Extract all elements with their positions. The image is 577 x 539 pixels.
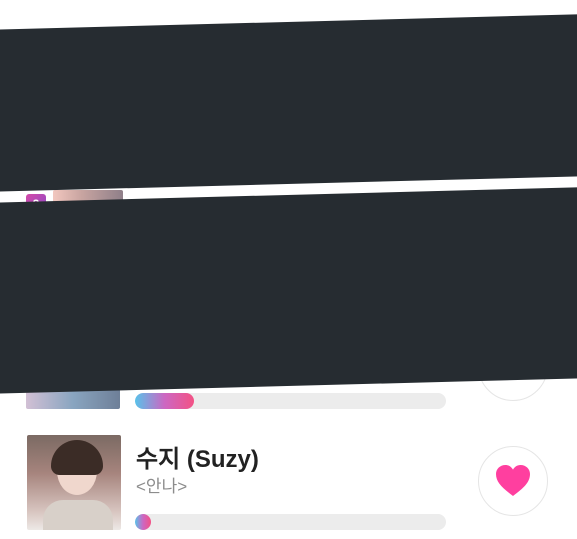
redaction-block	[0, 13, 577, 192]
list-item[interactable]: 수지 (Suzy) <안나>	[0, 430, 577, 539]
heart-icon	[496, 465, 530, 496]
vote-progress-fill	[135, 393, 195, 409]
artist-photo-shoulders	[43, 500, 113, 530]
artist-photo-hair	[51, 440, 103, 475]
artist-name: 수지 (Suzy)	[136, 446, 259, 473]
vote-progress	[135, 393, 446, 409]
vote-progress	[135, 514, 446, 530]
artist-thumbnail	[27, 435, 121, 530]
vote-button[interactable]	[478, 446, 548, 516]
artist-work: <안나>	[136, 477, 188, 496]
vote-progress-fill	[135, 514, 151, 530]
redaction-block	[0, 186, 577, 394]
